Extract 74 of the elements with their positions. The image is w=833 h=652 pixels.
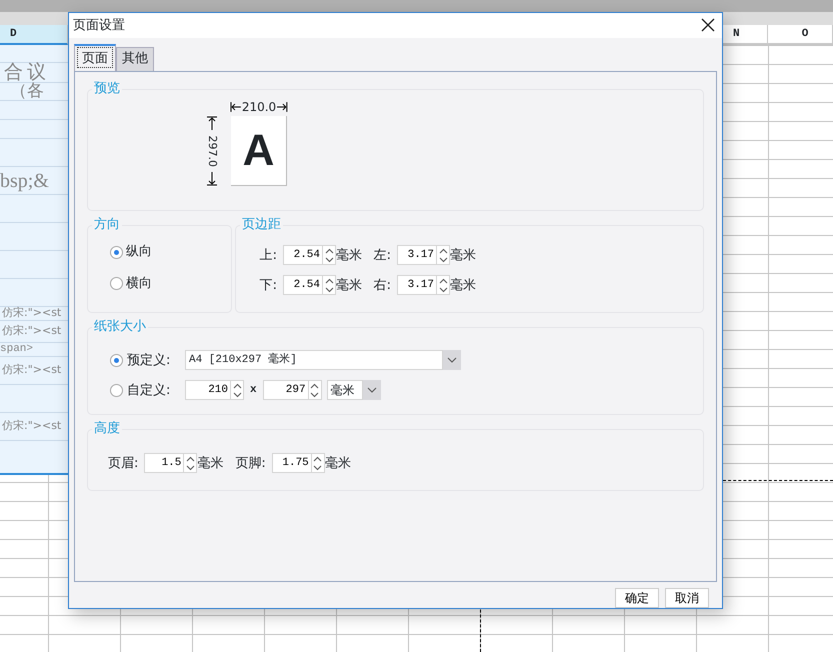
spin-down-button[interactable] [312,463,324,472]
cell-text: 仿宋:"><st [1,418,62,434]
dropdown-button[interactable] [443,350,461,370]
unit-label: 毫米 [336,276,362,295]
height-label: 297.0 [205,136,220,168]
spin-down-button[interactable] [184,463,196,472]
number-field[interactable]: 2.54 [283,275,323,296]
unit-label: 毫米 [197,454,224,473]
dropdown-button[interactable] [362,380,381,400]
column-header: O [768,25,833,45]
spin-up-button[interactable] [312,454,324,464]
spin-up-button[interactable] [323,246,335,256]
spin-down-button[interactable] [437,285,449,294]
separator-text: x [249,383,258,398]
number-field[interactable]: 2.54 [283,245,323,266]
spin-up-button[interactable] [308,381,321,390]
dimension-arrow-icon [207,116,217,130]
page-letter: A [242,128,274,173]
spin-up-button[interactable] [184,454,196,464]
tab[interactable]: 其他 [116,46,154,72]
chevron-down-icon [366,387,377,394]
width-label: 210.0 [242,99,276,116]
cell-text: （各 [10,80,44,103]
spin-down-button[interactable] [308,390,321,400]
dimension-arrow-icon [276,102,288,112]
radio-button[interactable] [110,384,123,397]
paper-size-select[interactable]: A4 [210x297 毫米] [185,350,443,370]
number-field[interactable]: 297 [262,380,309,400]
field-label: 下: [258,276,278,295]
radio-button[interactable] [110,246,123,259]
field-label: 右: [372,276,392,295]
radio-label: 预定义: [126,352,172,370]
dialog-button[interactable]: 取消 [665,588,709,608]
cell-text: span> [0,342,34,358]
dimension-arrow-icon [230,102,242,112]
dialog-button[interactable]: 确定 [615,588,659,608]
spin-up-button[interactable] [437,276,449,286]
number-field[interactable]: 3.17 [397,245,437,266]
number-field[interactable]: 1.5 [144,453,184,474]
spin-down-button[interactable] [323,285,335,294]
spin-up-button[interactable] [437,246,449,256]
unit-label: 毫米 [450,276,476,295]
close-button[interactable] [700,17,716,34]
column-header: D [0,25,68,45]
tab[interactable]: 页面 [74,44,116,72]
dialog-title: 页面设置 [73,16,125,35]
spin-up-button[interactable] [323,276,335,286]
radio-button[interactable] [110,277,123,290]
field-label: 页脚: [235,454,267,473]
cell-text: 仿宋:"><st [1,305,62,322]
unit-select[interactable]: 毫米 [326,380,363,400]
cell-text: 合议 [3,60,50,84]
number-field[interactable]: 1.75 [272,453,312,474]
cell-text: 仿宋:"><st [1,323,62,340]
spin-down-button[interactable] [231,390,243,400]
field-label: 上: [258,246,278,265]
number-field[interactable]: 210 [185,380,231,400]
spin-down-button[interactable] [323,255,335,264]
spin-up-button[interactable] [231,381,243,390]
radio-button[interactable] [110,354,123,367]
radio-label: 纵向 [126,243,152,262]
chevron-down-icon [447,357,457,364]
dimension-arrow-icon [207,172,217,186]
unit-label: 毫米 [336,246,362,265]
field-label: 页眉: [108,454,140,473]
number-field[interactable]: 3.17 [397,275,437,296]
cell-text: 仿宋:"><st [1,362,62,378]
spin-down-button[interactable] [437,255,449,264]
radio-label: 自定义: [126,382,172,400]
cell-text: bsp;& [0,168,49,194]
unit-label: 毫米 [324,454,351,473]
radio-label: 横向 [126,274,152,293]
unit-label: 毫米 [450,246,476,265]
field-label: 左: [372,246,392,265]
